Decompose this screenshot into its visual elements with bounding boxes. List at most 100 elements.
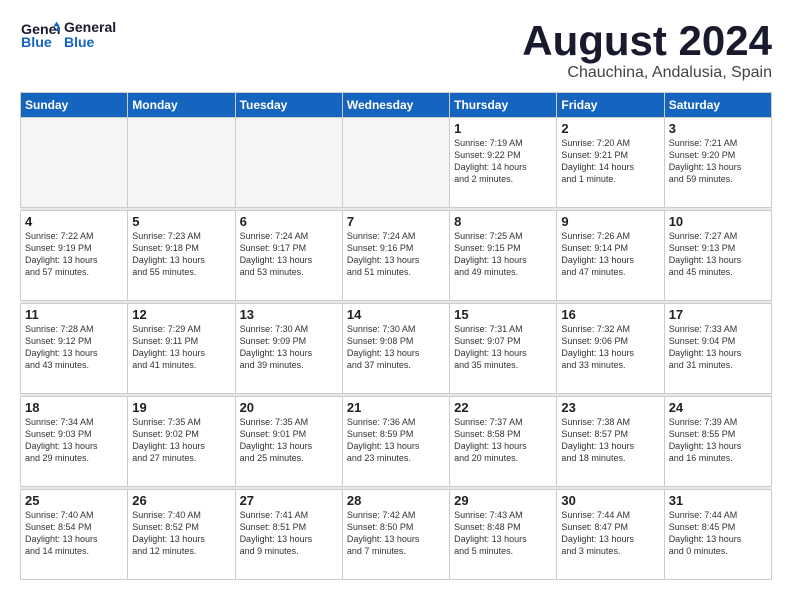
calendar-cell: 7Sunrise: 7:24 AM Sunset: 9:16 PM Daylig… [342,211,449,301]
day-info: Sunrise: 7:41 AM Sunset: 8:51 PM Dayligh… [240,509,338,558]
calendar-cell: 30Sunrise: 7:44 AM Sunset: 8:47 PM Dayli… [557,490,664,580]
day-number: 2 [561,121,659,136]
day-number: 29 [454,493,552,508]
calendar-cell [342,118,449,208]
day-info: Sunrise: 7:40 AM Sunset: 8:52 PM Dayligh… [132,509,230,558]
day-number: 23 [561,400,659,415]
day-number: 27 [240,493,338,508]
day-info: Sunrise: 7:42 AM Sunset: 8:50 PM Dayligh… [347,509,445,558]
calendar-cell: 13Sunrise: 7:30 AM Sunset: 9:09 PM Dayli… [235,304,342,394]
calendar-cell: 11Sunrise: 7:28 AM Sunset: 9:12 PM Dayli… [21,304,128,394]
day-number: 30 [561,493,659,508]
day-info: Sunrise: 7:20 AM Sunset: 9:21 PM Dayligh… [561,137,659,186]
calendar-cell: 27Sunrise: 7:41 AM Sunset: 8:51 PM Dayli… [235,490,342,580]
calendar-cell: 6Sunrise: 7:24 AM Sunset: 9:17 PM Daylig… [235,211,342,301]
day-number: 12 [132,307,230,322]
day-info: Sunrise: 7:28 AM Sunset: 9:12 PM Dayligh… [25,323,123,372]
day-info: Sunrise: 7:30 AM Sunset: 9:08 PM Dayligh… [347,323,445,372]
calendar-cell: 31Sunrise: 7:44 AM Sunset: 8:45 PM Dayli… [664,490,771,580]
day-info: Sunrise: 7:26 AM Sunset: 9:14 PM Dayligh… [561,230,659,279]
day-number: 5 [132,214,230,229]
week-row-4: 18Sunrise: 7:34 AM Sunset: 9:03 PM Dayli… [21,397,772,487]
day-info: Sunrise: 7:30 AM Sunset: 9:09 PM Dayligh… [240,323,338,372]
day-number: 21 [347,400,445,415]
day-number: 15 [454,307,552,322]
calendar-cell: 15Sunrise: 7:31 AM Sunset: 9:07 PM Dayli… [450,304,557,394]
day-number: 18 [25,400,123,415]
col-wednesday: Wednesday [342,93,449,118]
day-info: Sunrise: 7:23 AM Sunset: 9:18 PM Dayligh… [132,230,230,279]
day-info: Sunrise: 7:22 AM Sunset: 9:19 PM Dayligh… [25,230,123,279]
logo-blue: Blue [64,35,116,50]
day-info: Sunrise: 7:40 AM Sunset: 8:54 PM Dayligh… [25,509,123,558]
calendar-cell [21,118,128,208]
calendar-cell: 5Sunrise: 7:23 AM Sunset: 9:18 PM Daylig… [128,211,235,301]
day-number: 26 [132,493,230,508]
day-number: 20 [240,400,338,415]
calendar-cell: 25Sunrise: 7:40 AM Sunset: 8:54 PM Dayli… [21,490,128,580]
location: Chauchina, Andalusia, Spain [522,64,772,82]
day-info: Sunrise: 7:38 AM Sunset: 8:57 PM Dayligh… [561,416,659,465]
calendar-cell: 8Sunrise: 7:25 AM Sunset: 9:15 PM Daylig… [450,211,557,301]
calendar-cell: 21Sunrise: 7:36 AM Sunset: 8:59 PM Dayli… [342,397,449,487]
week-row-5: 25Sunrise: 7:40 AM Sunset: 8:54 PM Dayli… [21,490,772,580]
day-info: Sunrise: 7:34 AM Sunset: 9:03 PM Dayligh… [25,416,123,465]
calendar-cell: 24Sunrise: 7:39 AM Sunset: 8:55 PM Dayli… [664,397,771,487]
col-thursday: Thursday [450,93,557,118]
day-info: Sunrise: 7:25 AM Sunset: 9:15 PM Dayligh… [454,230,552,279]
day-number: 31 [669,493,767,508]
day-info: Sunrise: 7:24 AM Sunset: 9:16 PM Dayligh… [347,230,445,279]
day-info: Sunrise: 7:37 AM Sunset: 8:58 PM Dayligh… [454,416,552,465]
day-number: 6 [240,214,338,229]
page: General Blue General Blue August 2024 Ch… [0,0,792,590]
col-saturday: Saturday [664,93,771,118]
day-info: Sunrise: 7:27 AM Sunset: 9:13 PM Dayligh… [669,230,767,279]
day-info: Sunrise: 7:36 AM Sunset: 8:59 PM Dayligh… [347,416,445,465]
day-number: 24 [669,400,767,415]
calendar-cell: 12Sunrise: 7:29 AM Sunset: 9:11 PM Dayli… [128,304,235,394]
calendar-cell: 22Sunrise: 7:37 AM Sunset: 8:58 PM Dayli… [450,397,557,487]
day-info: Sunrise: 7:24 AM Sunset: 9:17 PM Dayligh… [240,230,338,279]
calendar-cell: 26Sunrise: 7:40 AM Sunset: 8:52 PM Dayli… [128,490,235,580]
calendar-cell: 19Sunrise: 7:35 AM Sunset: 9:02 PM Dayli… [128,397,235,487]
svg-text:Blue: Blue [21,35,52,50]
day-number: 3 [669,121,767,136]
day-number: 11 [25,307,123,322]
calendar-cell: 18Sunrise: 7:34 AM Sunset: 9:03 PM Dayli… [21,397,128,487]
day-info: Sunrise: 7:35 AM Sunset: 9:01 PM Dayligh… [240,416,338,465]
day-number: 9 [561,214,659,229]
calendar-cell: 4Sunrise: 7:22 AM Sunset: 9:19 PM Daylig… [21,211,128,301]
month-year: August 2024 [522,20,772,62]
day-number: 14 [347,307,445,322]
day-info: Sunrise: 7:39 AM Sunset: 8:55 PM Dayligh… [669,416,767,465]
calendar-cell: 2Sunrise: 7:20 AM Sunset: 9:21 PM Daylig… [557,118,664,208]
day-info: Sunrise: 7:31 AM Sunset: 9:07 PM Dayligh… [454,323,552,372]
day-number: 7 [347,214,445,229]
calendar-cell [128,118,235,208]
calendar-cell: 17Sunrise: 7:33 AM Sunset: 9:04 PM Dayli… [664,304,771,394]
day-number: 13 [240,307,338,322]
day-number: 17 [669,307,767,322]
day-info: Sunrise: 7:44 AM Sunset: 8:47 PM Dayligh… [561,509,659,558]
col-friday: Friday [557,93,664,118]
day-info: Sunrise: 7:21 AM Sunset: 9:20 PM Dayligh… [669,137,767,186]
calendar-cell: 10Sunrise: 7:27 AM Sunset: 9:13 PM Dayli… [664,211,771,301]
week-row-3: 11Sunrise: 7:28 AM Sunset: 9:12 PM Dayli… [21,304,772,394]
day-info: Sunrise: 7:29 AM Sunset: 9:11 PM Dayligh… [132,323,230,372]
day-number: 19 [132,400,230,415]
day-number: 8 [454,214,552,229]
col-monday: Monday [128,93,235,118]
calendar-cell: 9Sunrise: 7:26 AM Sunset: 9:14 PM Daylig… [557,211,664,301]
calendar-cell: 29Sunrise: 7:43 AM Sunset: 8:48 PM Dayli… [450,490,557,580]
col-sunday: Sunday [21,93,128,118]
col-tuesday: Tuesday [235,93,342,118]
calendar: Sunday Monday Tuesday Wednesday Thursday… [20,92,772,580]
calendar-cell: 14Sunrise: 7:30 AM Sunset: 9:08 PM Dayli… [342,304,449,394]
day-info: Sunrise: 7:33 AM Sunset: 9:04 PM Dayligh… [669,323,767,372]
day-number: 25 [25,493,123,508]
week-row-2: 4Sunrise: 7:22 AM Sunset: 9:19 PM Daylig… [21,211,772,301]
day-info: Sunrise: 7:35 AM Sunset: 9:02 PM Dayligh… [132,416,230,465]
day-number: 28 [347,493,445,508]
day-info: Sunrise: 7:43 AM Sunset: 8:48 PM Dayligh… [454,509,552,558]
day-info: Sunrise: 7:44 AM Sunset: 8:45 PM Dayligh… [669,509,767,558]
